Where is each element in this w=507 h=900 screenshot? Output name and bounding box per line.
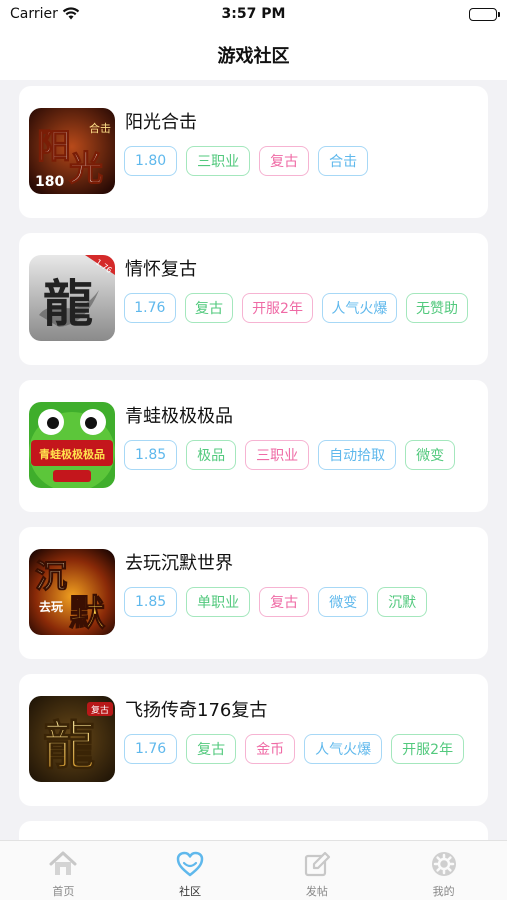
tag: 开服2年 (391, 734, 465, 764)
tag: 复古 (259, 587, 310, 617)
silence-game-icon: 沉 默 去玩 (29, 549, 115, 635)
game-card[interactable]: 龍 复古 飞扬传奇176复古 1.76 复古 金币 人气火爆 开服2年 (19, 674, 488, 806)
thumb-char: 龍 (43, 274, 93, 333)
tag: 1.80 (124, 146, 178, 176)
thumb-badge: 合击 (89, 121, 111, 135)
tag: 无赞助 (406, 293, 468, 323)
tag: 1.85 (124, 587, 178, 617)
tag: 自动拾取 (318, 440, 397, 470)
thumb-char: 龍 (43, 716, 95, 777)
tag: 微变 (318, 587, 369, 617)
home-icon (49, 851, 77, 875)
tag: 人气火爆 (304, 734, 383, 764)
profile-gear-icon (431, 852, 456, 876)
game-name: 情怀复古 (125, 259, 197, 280)
game-card[interactable] (19, 821, 488, 840)
game-name: 飞扬传奇176复古 (125, 700, 268, 721)
tag: 人气火爆 (321, 293, 398, 323)
sunshine-game-icon: 阳 光 合击 180 (29, 108, 115, 194)
thumb-sub: 180 (35, 174, 64, 190)
thumb-badge: 去玩 (39, 599, 63, 614)
tag: 复古 (259, 146, 310, 176)
tag: 开服2年 (242, 293, 313, 323)
community-heart-icon (176, 851, 204, 877)
nav-bar: 游戏社区 (0, 30, 507, 80)
tab-label: 发帖 (305, 885, 328, 898)
thumb-char: 沉 (35, 557, 67, 595)
tab-community[interactable]: 社区 (127, 841, 254, 900)
tag-list: 1.85 单职业 复古 微变 沉默 (124, 587, 468, 617)
tag: 三职业 (186, 146, 251, 176)
tab-label: 首页 (52, 885, 75, 898)
game-list[interactable]: 阳 光 合击 180 阳光合击 1.80 三职业 复古 合击 龍 1.76 情怀… (0, 80, 507, 840)
game-card[interactable]: 龍 1.76 情怀复古 1.76 复古 开服2年 人气火爆 无赞助 (19, 233, 488, 365)
tag: 1.85 (124, 440, 178, 470)
tag: 沉默 (377, 587, 428, 617)
tag: 复古 (184, 293, 234, 323)
page-title: 游戏社区 (217, 46, 290, 67)
tab-home[interactable]: 首页 (0, 841, 127, 900)
thumb-char: 阳 (37, 127, 71, 167)
tab-label: 社区 (179, 885, 202, 898)
tag-list: 1.85 极品 三职业 自动拾取 微变 (124, 440, 468, 470)
golden-dragon-game-icon: 龍 复古 (29, 696, 115, 782)
tag: 单职业 (186, 587, 251, 617)
game-card[interactable]: 青蛙极极极品 青蛙极极极品 1.85 极品 三职业 自动拾取 微变 (19, 380, 488, 512)
tag-list: 1.76 复古 金币 人气火爆 开服2年 (124, 734, 468, 764)
tag: 微变 (405, 440, 456, 470)
clock: 3:57 PM (221, 6, 286, 22)
battery-icon (469, 8, 500, 21)
frog-game-icon: 青蛙极极极品 (29, 402, 115, 488)
tag-list: 1.80 三职业 复古 合击 (124, 146, 468, 176)
game-name: 阳光合击 (125, 112, 197, 133)
tag: 合击 (318, 146, 369, 176)
tab-profile[interactable]: 我的 (380, 841, 507, 900)
status-bar: Carrier 3:57 PM (0, 0, 507, 30)
game-card[interactable]: 阳 光 合击 180 阳光合击 1.80 三职业 复古 合击 (19, 86, 488, 218)
tag: 极品 (186, 440, 237, 470)
dragon-game-icon: 龍 1.76 (29, 255, 115, 341)
tag-list: 1.76 复古 开服2年 人气火爆 无赞助 (124, 293, 468, 323)
game-name: 去玩沉默世界 (125, 553, 233, 574)
tag: 复古 (186, 734, 237, 764)
thumb-char: 光 (69, 149, 103, 189)
tab-post[interactable]: 发帖 (254, 841, 381, 900)
thumb-badge: 复古 (91, 704, 109, 716)
thumb-text: 青蛙极极极品 (39, 447, 105, 461)
game-card[interactable]: 沉 默 去玩 去玩沉默世界 1.85 单职业 复古 微变 沉默 (19, 527, 488, 659)
tab-bar: 首页 社区 发帖 我的 (0, 840, 507, 900)
tag: 三职业 (245, 440, 310, 470)
tab-label: 我的 (432, 885, 455, 898)
tag: 1.76 (124, 734, 178, 764)
post-edit-icon (304, 851, 330, 877)
tag: 金币 (245, 734, 296, 764)
thumb-char: 默 (69, 592, 106, 634)
tag: 1.76 (124, 293, 176, 323)
game-name: 青蛙极极极品 (125, 406, 233, 427)
